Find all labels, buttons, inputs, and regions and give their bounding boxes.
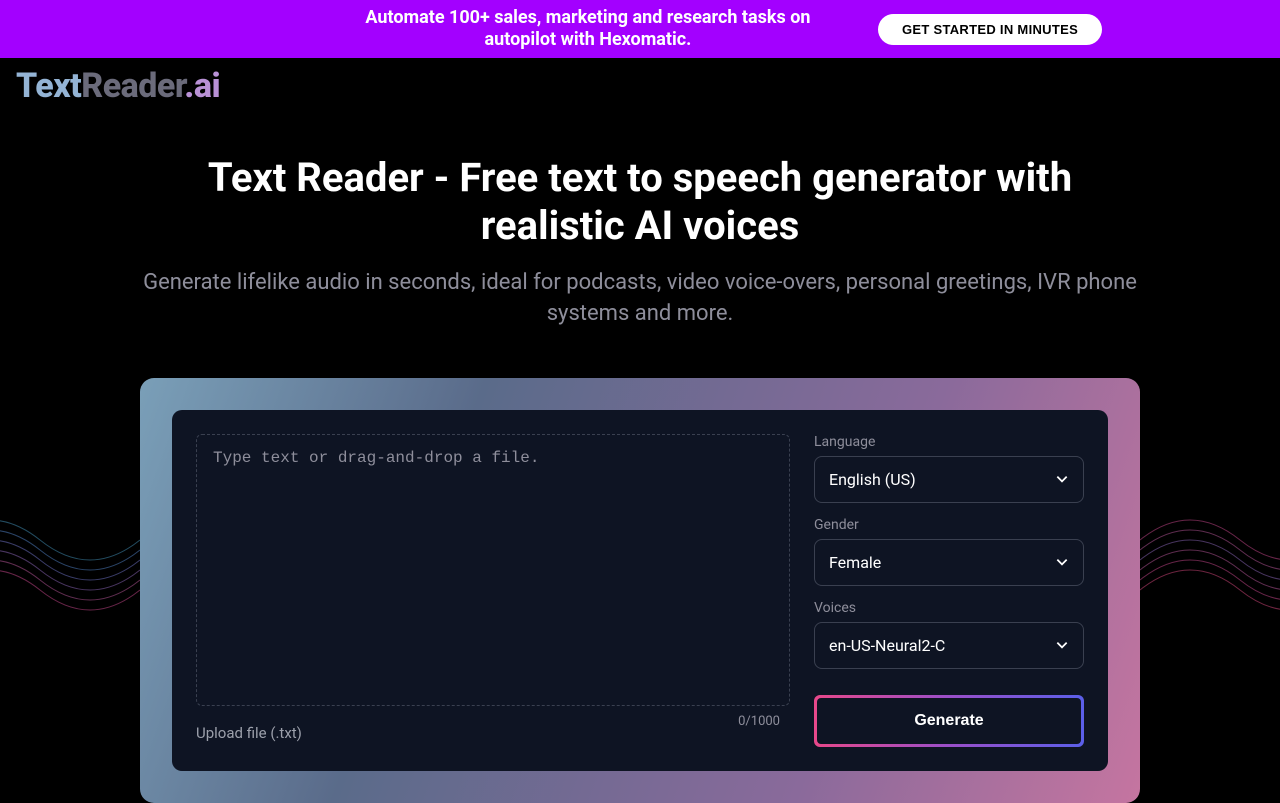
chevron-down-icon	[1055, 638, 1069, 652]
get-started-button[interactable]: GET STARTED IN MINUTES	[878, 14, 1102, 45]
generate-button-wrap: Generate	[814, 695, 1084, 747]
gender-select[interactable]: Female	[814, 539, 1084, 586]
gender-label: Gender	[814, 517, 1084, 533]
generate-button[interactable]: Generate	[817, 698, 1081, 744]
generator-card: 0/1000 Upload file (.txt) Language Engli…	[140, 378, 1140, 803]
hero-section: Text Reader - Free text to speech genera…	[0, 114, 1280, 360]
text-input[interactable]	[196, 434, 790, 706]
chevron-down-icon	[1055, 555, 1069, 569]
voices-value: en-US-Neural2-C	[829, 636, 945, 655]
language-label: Language	[814, 434, 1084, 450]
gender-value: Female	[829, 553, 881, 572]
logo[interactable]: TextReader.ai	[0, 58, 1280, 114]
banner-text: Automate 100+ sales, marketing and resea…	[328, 7, 848, 52]
language-select[interactable]: English (US)	[814, 456, 1084, 503]
page-subtitle: Generate lifelike audio in seconds, idea…	[140, 268, 1140, 330]
upload-file-link[interactable]: Upload file (.txt)	[196, 724, 302, 742]
language-value: English (US)	[829, 470, 916, 489]
generator-form: 0/1000 Upload file (.txt) Language Engli…	[172, 410, 1108, 771]
voices-label: Voices	[814, 600, 1084, 616]
wave-decoration-right	[1140, 460, 1280, 680]
wave-decoration-left	[0, 460, 140, 680]
chevron-down-icon	[1055, 472, 1069, 486]
voices-select[interactable]: en-US-Neural2-C	[814, 622, 1084, 669]
promo-banner: Automate 100+ sales, marketing and resea…	[0, 0, 1280, 58]
page-title: Text Reader - Free text to speech genera…	[160, 154, 1120, 250]
character-counter: 0/1000	[738, 714, 780, 729]
